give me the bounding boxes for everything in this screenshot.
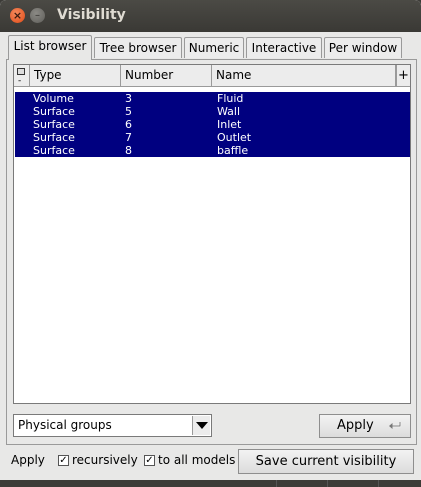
tab-tree-browser[interactable]: Tree browser — [94, 37, 182, 58]
list-row[interactable]: Surface 6 Inlet — [15, 118, 410, 131]
row-type: Surface — [33, 144, 75, 157]
column-header-type[interactable]: Type — [30, 65, 121, 87]
title-bar: × – Visibility — [0, 0, 421, 32]
list-row[interactable]: Volume 3 Fluid — [15, 92, 410, 105]
column-header-name[interactable]: Name — [212, 65, 396, 87]
row-type: Surface — [33, 118, 75, 131]
background-divider — [276, 480, 277, 487]
row-type: Surface — [33, 105, 75, 118]
to-all-models-checkbox[interactable]: ✓ — [144, 455, 155, 466]
list-row[interactable]: Surface 7 Outlet — [15, 131, 410, 144]
toggle-minus-icon: - — [18, 76, 22, 86]
save-current-visibility-button[interactable]: Save current visibility — [238, 449, 414, 474]
entity-list[interactable]: - Type Number Name + Volume 3 Fluid Surf… — [13, 64, 411, 404]
list-row[interactable]: Surface 5 Wall — [15, 105, 410, 118]
row-name: Outlet — [217, 131, 252, 144]
minimize-window-button[interactable]: – — [30, 8, 45, 23]
row-number: 6 — [125, 118, 132, 131]
apply-button[interactable]: Apply — [319, 414, 411, 438]
row-number: 7 — [125, 131, 132, 144]
tab-interactive[interactable]: Interactive — [246, 37, 322, 58]
apply-button-label: Apply — [337, 418, 374, 433]
visibility-window: × – Visibility List browser Tree browser… — [0, 0, 421, 480]
tab-per-window[interactable]: Per window — [324, 37, 402, 58]
mode-select-value: Physical groups — [18, 418, 112, 432]
footer-apply-label: Apply — [11, 453, 45, 467]
mode-select[interactable]: Physical groups — [13, 414, 212, 437]
enter-key-icon — [389, 422, 402, 429]
recursively-label: recursively — [72, 453, 138, 467]
row-type: Volume — [33, 92, 74, 105]
background-divider — [327, 480, 328, 487]
row-type: Surface — [33, 131, 75, 144]
row-number: 3 — [125, 92, 132, 105]
to-all-models-label: to all models — [158, 453, 236, 467]
list-row[interactable]: Surface 8 baffle — [15, 144, 410, 157]
add-column-button[interactable]: + — [396, 65, 410, 87]
column-header-number[interactable]: Number — [121, 65, 212, 87]
tab-list-browser[interactable]: List browser — [8, 35, 92, 60]
chevron-down-icon[interactable] — [192, 416, 210, 435]
list-rows: Volume 3 Fluid Surface 5 Wall Surface 6 … — [15, 92, 410, 157]
save-button-label: Save current visibility — [255, 454, 397, 469]
toggle-box-icon — [17, 68, 25, 75]
row-name: baffle — [217, 144, 249, 157]
row-name: Wall — [217, 105, 241, 118]
recursively-checkbox[interactable]: ✓ — [58, 455, 69, 466]
background-divider — [378, 480, 379, 487]
select-all-toggle[interactable]: - — [14, 65, 30, 87]
row-name: Inlet — [217, 118, 242, 131]
row-name: Fluid — [217, 92, 244, 105]
window-title: Visibility — [57, 7, 126, 23]
tab-numeric[interactable]: Numeric — [184, 37, 244, 58]
row-number: 8 — [125, 144, 132, 157]
row-number: 5 — [125, 105, 132, 118]
close-window-button[interactable]: × — [10, 8, 25, 23]
